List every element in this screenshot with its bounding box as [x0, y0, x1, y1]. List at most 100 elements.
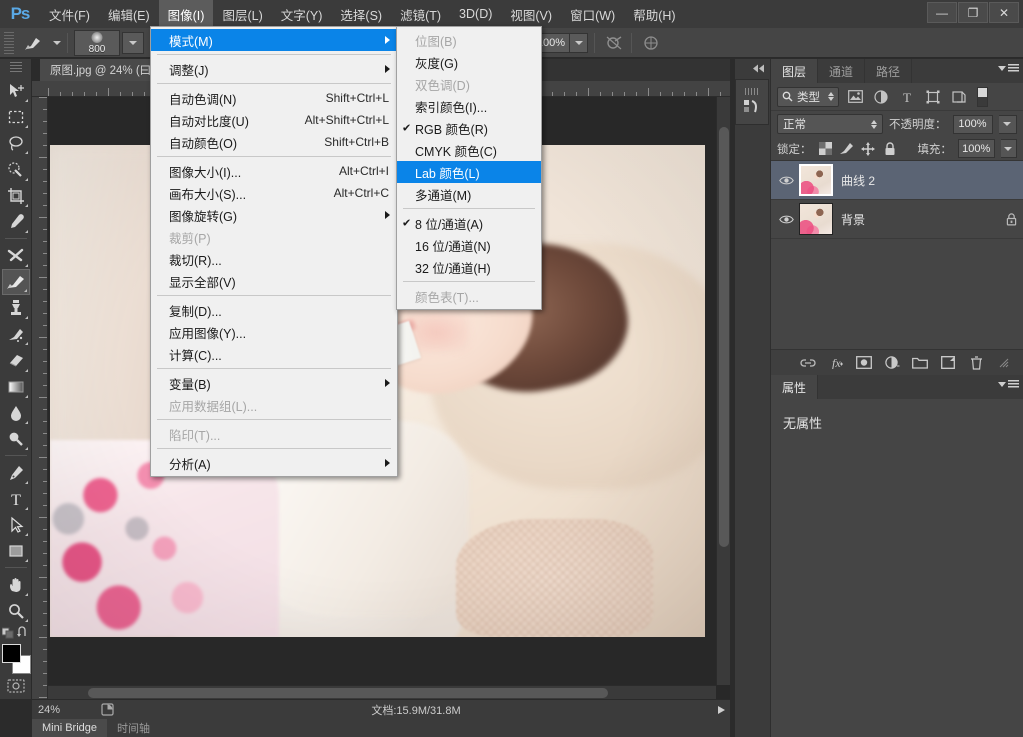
- layer-fill-field[interactable]: 100%: [957, 139, 995, 158]
- menu-item-image-7[interactable]: 图像旋转(G): [151, 204, 397, 226]
- properties-panel-menu-button[interactable]: [998, 380, 1019, 389]
- menu-item-mode-4[interactable]: ✔ RGB 颜色(R): [397, 117, 541, 139]
- pen-tool[interactable]: [2, 459, 30, 485]
- layer-styles-icon[interactable]: fx: [827, 354, 845, 372]
- pixel-filter-icon[interactable]: [845, 87, 865, 107]
- gradient-tool[interactable]: [2, 374, 30, 400]
- filter-kind-select[interactable]: 类型: [777, 86, 839, 107]
- shape-filter-icon[interactable]: [923, 87, 943, 107]
- menu-item-mode-7[interactable]: 多通道(M): [397, 183, 541, 205]
- canvas-vertical-scrollbar[interactable]: [716, 97, 730, 685]
- lock-image-pixels-icon[interactable]: [839, 140, 854, 157]
- lock-all-icon[interactable]: [882, 140, 897, 157]
- menubar-item-8[interactable]: 视图(V): [501, 0, 561, 28]
- delete-layer-icon[interactable]: [967, 354, 985, 372]
- tools-panel-grip[interactable]: [9, 62, 22, 74]
- menubar-item-0[interactable]: 文件(F): [40, 0, 99, 28]
- canvas-horizontal-scroll-thumb[interactable]: [88, 688, 608, 698]
- menubar-item-9[interactable]: 窗口(W): [561, 0, 624, 28]
- clone-stamp-tool[interactable]: [2, 295, 30, 321]
- menu-item-image-5[interactable]: 图像大小(I)... Alt+Ctrl+I: [151, 160, 397, 182]
- menu-item-image-6[interactable]: 画布大小(S)... Alt+Ctrl+C: [151, 182, 397, 204]
- history-panel-icon[interactable]: [735, 79, 769, 125]
- menu-item-image-3[interactable]: 自动对比度(U) Alt+Shift+Ctrl+L: [151, 109, 397, 131]
- type-filter-icon[interactable]: T: [897, 87, 917, 107]
- menu-item-image-11[interactable]: 复制(D)...: [151, 299, 397, 321]
- menu-item-image-12[interactable]: 应用图像(Y)...: [151, 321, 397, 343]
- menubar-item-3[interactable]: 图层(L): [213, 0, 271, 28]
- menubar-item-4[interactable]: 文字(Y): [272, 0, 332, 28]
- crop-tool[interactable]: [2, 183, 30, 209]
- path-selection-tool[interactable]: [2, 512, 30, 538]
- layer-visibility-icon[interactable]: [773, 175, 799, 186]
- bottom-tab-0[interactable]: Mini Bridge: [32, 719, 108, 737]
- menubar-item-10[interactable]: 帮助(H): [624, 0, 684, 28]
- hand-tool[interactable]: [2, 571, 30, 597]
- menu-item-mode-6[interactable]: Lab 颜色(L): [397, 161, 541, 183]
- menu-item-image-1[interactable]: 调整(J): [151, 58, 397, 80]
- menu-item-mode-10[interactable]: 32 位/通道(H): [397, 256, 541, 278]
- layer-row[interactable]: 曲线 2: [771, 161, 1023, 200]
- bottom-tab-1[interactable]: 时间轴: [107, 719, 160, 737]
- menu-item-mode-3[interactable]: 索引颜色(I)...: [397, 95, 541, 117]
- menubar-item-7[interactable]: 3D(D): [450, 0, 501, 28]
- move-tool[interactable]: [2, 78, 30, 104]
- new-group-icon[interactable]: [911, 354, 929, 372]
- eyedropper-tool[interactable]: [2, 209, 30, 235]
- lasso-tool[interactable]: [2, 130, 30, 156]
- smart-object-filter-icon[interactable]: [949, 87, 969, 107]
- layer-fill-chevron-icon[interactable]: [1000, 139, 1018, 158]
- menu-item-mode-8[interactable]: ✔ 8 位/通道(A): [397, 212, 541, 234]
- menubar-item-2[interactable]: 图像(I): [158, 0, 214, 28]
- quick-selection-tool[interactable]: [2, 156, 30, 182]
- tab-layers[interactable]: 图层: [771, 59, 819, 83]
- canvas-vertical-scroll-thumb[interactable]: [719, 127, 729, 547]
- adjustment-filter-icon[interactable]: [871, 87, 891, 107]
- layer-thumbnail[interactable]: [799, 164, 833, 196]
- menubar-item-1[interactable]: 编辑(E): [99, 0, 159, 28]
- symmetry-icon[interactable]: [640, 32, 662, 54]
- brush-size-field[interactable]: 800: [74, 29, 120, 56]
- brush-preset-chevron-icon[interactable]: [53, 40, 61, 45]
- layers-panel-menu-button[interactable]: [998, 64, 1019, 73]
- menu-item-image-10[interactable]: 显示全部(V): [151, 270, 397, 292]
- tab-paths[interactable]: 路径: [865, 59, 913, 83]
- tab-properties[interactable]: 属性: [771, 375, 819, 399]
- menu-item-image-13[interactable]: 计算(C)...: [151, 343, 397, 365]
- options-bar-grip[interactable]: [4, 31, 14, 54]
- lock-transparent-pixels-icon[interactable]: [818, 140, 833, 157]
- layer-thumbnail[interactable]: [799, 203, 833, 235]
- new-layer-icon[interactable]: [939, 354, 957, 372]
- layer-opacity-field[interactable]: 100%: [952, 114, 993, 134]
- layer-visibility-icon[interactable]: [773, 214, 799, 225]
- marquee-tool[interactable]: [2, 104, 30, 130]
- menu-item-mode-1[interactable]: 灰度(G): [397, 51, 541, 73]
- menu-item-image-0[interactable]: 模式(M): [151, 29, 397, 51]
- tab-channels[interactable]: 通道: [818, 59, 866, 83]
- healing-brush-tool[interactable]: [2, 242, 30, 268]
- menu-item-image-14[interactable]: 变量(B): [151, 372, 397, 394]
- opacity-chevron-icon[interactable]: [570, 32, 588, 53]
- minimize-button[interactable]: —: [927, 2, 957, 23]
- history-brush-tool[interactable]: [2, 321, 30, 347]
- menu-item-mode-9[interactable]: 16 位/通道(N): [397, 234, 541, 256]
- canvas-horizontal-scrollbar[interactable]: [48, 685, 716, 699]
- blend-mode-select[interactable]: 正常: [777, 114, 883, 134]
- zoom-level[interactable]: 24%: [32, 704, 94, 716]
- color-swatches[interactable]: [1, 643, 31, 674]
- brush-tool[interactable]: [1, 268, 30, 295]
- expand-panels-button[interactable]: [735, 59, 770, 77]
- rectangle-tool[interactable]: [2, 538, 30, 564]
- restore-button[interactable]: ❐: [958, 2, 988, 23]
- lock-position-icon[interactable]: [860, 140, 876, 157]
- brush-size-chevron-icon[interactable]: [122, 31, 144, 54]
- filter-kind-stepper-icon[interactable]: [828, 92, 834, 101]
- quick-mask-icon[interactable]: [2, 673, 30, 699]
- menubar-item-5[interactable]: 选择(S): [331, 0, 391, 28]
- close-button[interactable]: ✕: [989, 2, 1019, 23]
- panel-resize-grip[interactable]: [995, 354, 1013, 372]
- adjustment-layer-icon[interactable]: [883, 354, 901, 372]
- menu-item-mode-5[interactable]: CMYK 颜色(C): [397, 139, 541, 161]
- status-preview-icon[interactable]: [94, 703, 120, 716]
- airbrush-icon[interactable]: [603, 32, 625, 54]
